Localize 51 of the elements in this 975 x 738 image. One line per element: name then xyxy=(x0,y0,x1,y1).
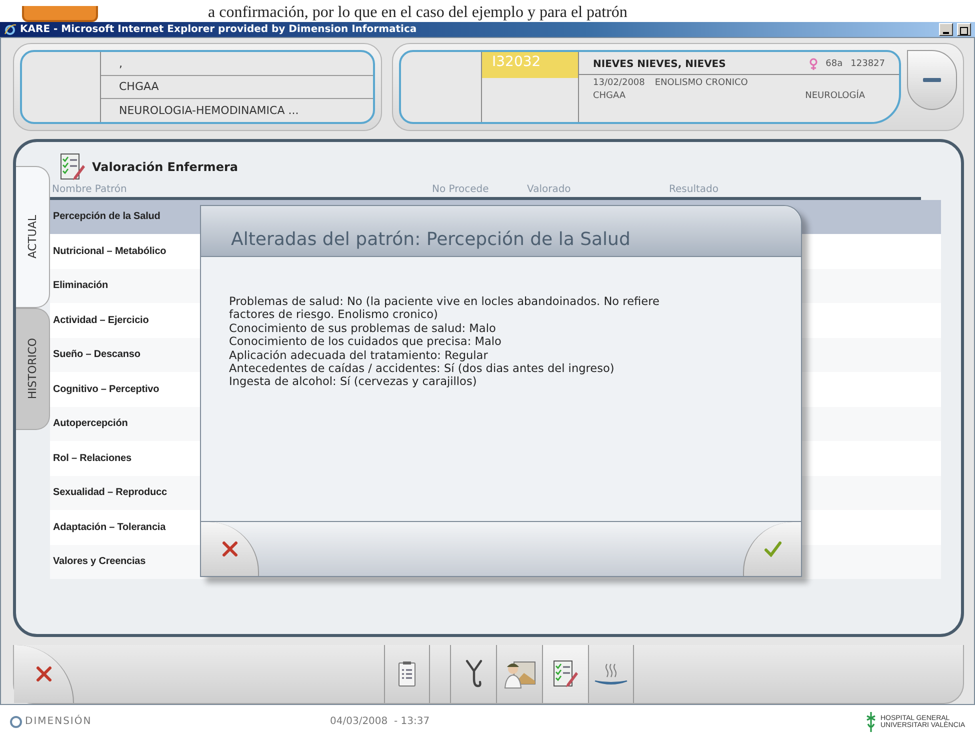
episode-number: I32032 xyxy=(482,52,578,78)
maximize-button[interactable] xyxy=(957,23,971,36)
window-title: KARE - Microsoft Internet Explorer provided by Dimension Informatica xyxy=(20,24,418,35)
toolbar-button[interactable] xyxy=(588,645,634,704)
column-header: Valorado xyxy=(527,184,572,195)
minimize-icon xyxy=(943,32,949,35)
close-button[interactable] xyxy=(14,645,74,704)
toolbar-button[interactable] xyxy=(384,645,430,704)
center-name: CHGAA xyxy=(593,91,626,101)
dialog-title: Alteradas del patrón: Percepción de la Salud xyxy=(231,229,630,250)
hospital-logo-icon xyxy=(866,710,876,732)
female-icon xyxy=(808,58,818,70)
nurse-icon xyxy=(504,659,536,690)
close-icon xyxy=(222,541,238,557)
accept-button[interactable] xyxy=(743,522,801,576)
dialog-text: Antecedentes de caídas / accidentes: Sí (dos dias antes del ingreso) xyxy=(229,362,616,376)
brand-name: DIMENSIÓN xyxy=(25,716,92,727)
checklist-icon xyxy=(552,660,578,688)
brand-logo-icon xyxy=(10,716,22,728)
date-time: 04/03/2008 - 13:37 xyxy=(330,716,431,727)
maximize-icon xyxy=(960,27,968,35)
dialog-text: Ingesta de alcohol: Sí (cervezas y carajillos) xyxy=(229,375,478,389)
browser-icon xyxy=(4,24,16,36)
dialog-text: Conocimiento de sus problemas de salud: Malo xyxy=(229,322,497,336)
context-text: NEUROLOGIA-HEMODINAMICA ... xyxy=(118,102,300,119)
service-name: NEUROLOGÍA xyxy=(805,91,865,101)
cancel-button[interactable] xyxy=(201,522,259,576)
side-tab[interactable]: HISTORICO xyxy=(16,308,50,430)
checklist-icon xyxy=(60,152,86,181)
clipboard-icon xyxy=(398,661,416,688)
diagnosis: ENOLISMO CRONICO xyxy=(654,78,748,88)
side-tab[interactable]: ACTUAL xyxy=(16,166,50,308)
close-icon xyxy=(36,666,52,682)
dialog-text: Conocimiento de los cuidados que precisa: Malo xyxy=(229,335,502,349)
dialog-text: Problemas de salud: No (la paciente vive en locles abandoinados. No refiere factores de riesgo. Enolismo cronico) xyxy=(229,295,660,322)
record-number: 123827 xyxy=(850,59,885,69)
dialog-text: Aplicación adecuada del tratamiento: Regular xyxy=(229,348,489,362)
context-text: CHGAA xyxy=(101,76,373,100)
check-icon xyxy=(764,541,782,557)
section-title: Valoración Enfermera xyxy=(92,160,238,174)
patient-name: NIEVES NIEVES, NIEVES xyxy=(593,58,727,70)
toolbar-button[interactable] xyxy=(542,645,588,704)
context-text: , xyxy=(101,52,373,76)
patient-age: 68a xyxy=(826,59,843,69)
document-text: a confirmación, por lo que en el caso del ejemplo y para el patrón xyxy=(208,4,628,22)
minus-icon xyxy=(923,78,941,82)
stethoscope-icon xyxy=(464,659,484,690)
column-header: Nombre Patrón xyxy=(52,184,128,195)
admission-date: 13/02/2008 xyxy=(593,78,645,88)
column-header: Resultado xyxy=(669,184,720,195)
column-header: No Procede xyxy=(432,184,490,195)
